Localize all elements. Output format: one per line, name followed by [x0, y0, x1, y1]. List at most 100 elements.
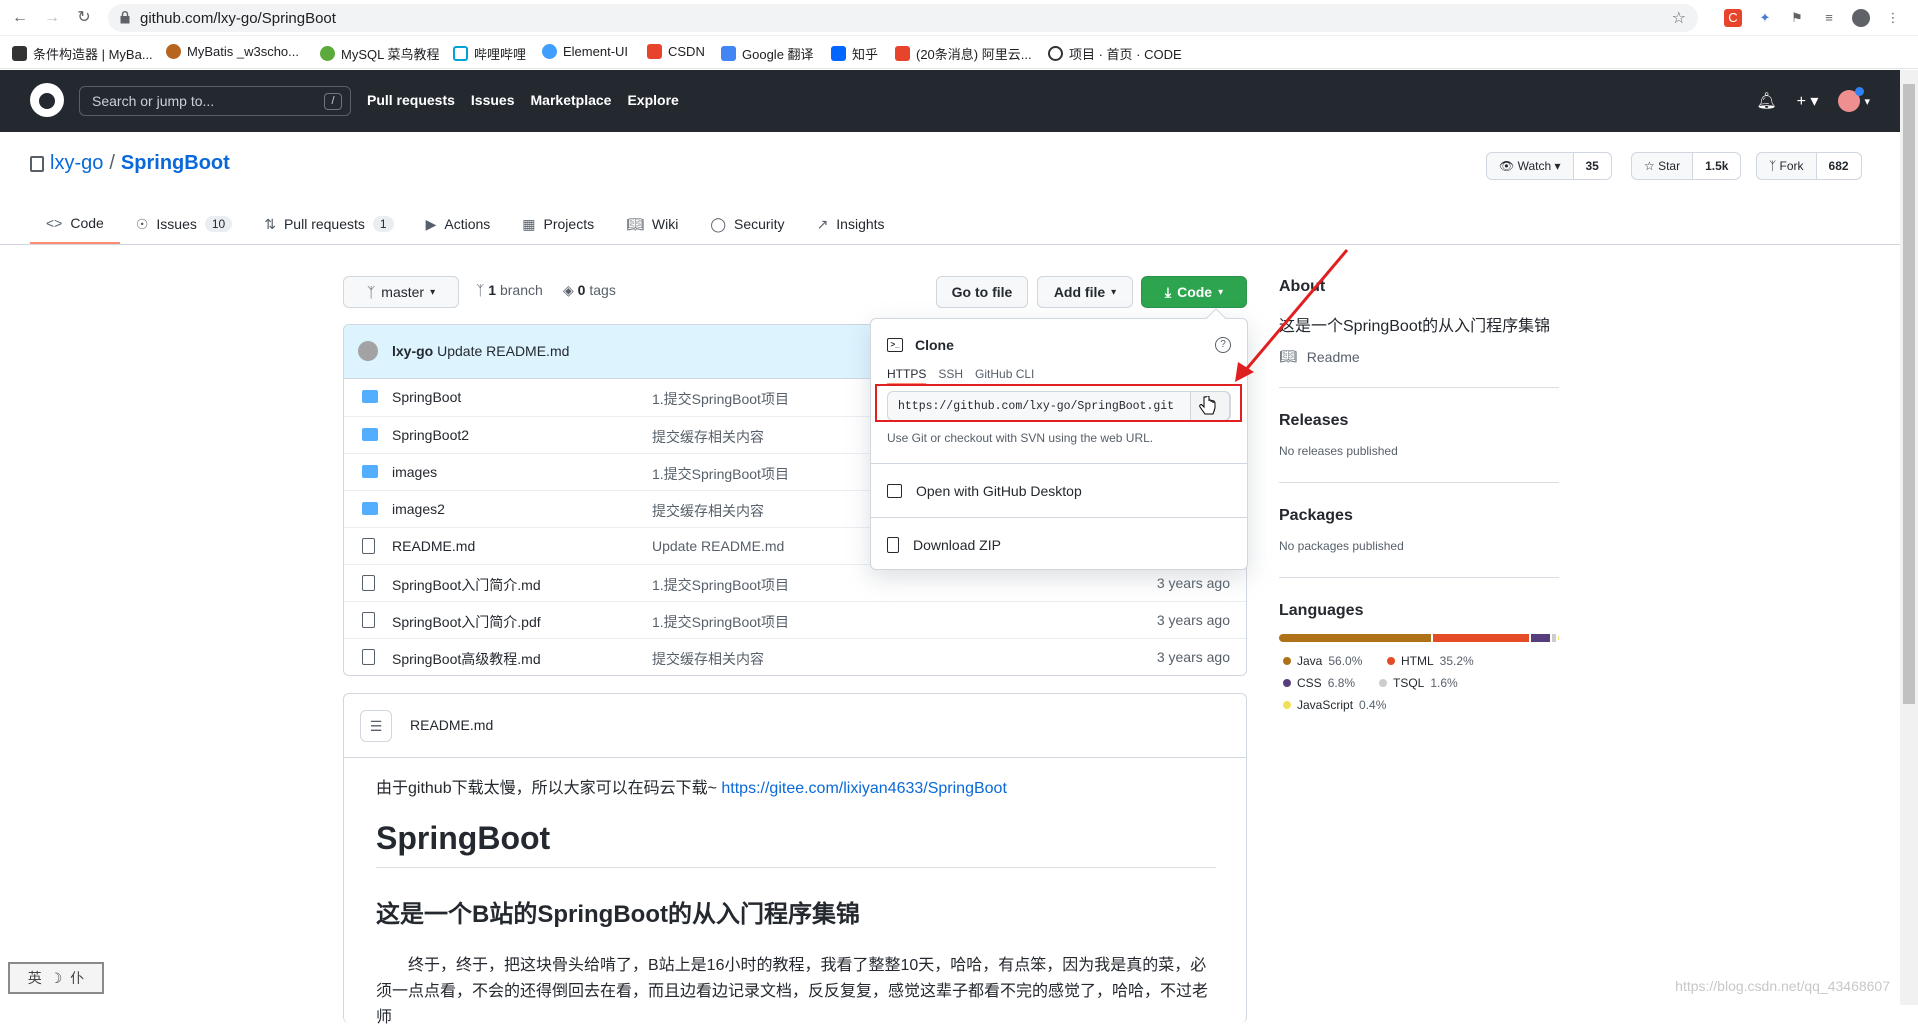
github-header: Search or jump to... / Pull requests Iss…	[0, 70, 1900, 132]
avatar[interactable]	[358, 341, 378, 361]
nav-pull-requests[interactable]: Pull requests	[367, 92, 455, 108]
commit-text[interactable]: Update README.md	[437, 343, 569, 359]
branch-select-button[interactable]: ᛉ master ▾	[343, 276, 459, 308]
bookmark-item[interactable]: 知乎	[831, 44, 878, 63]
star-button[interactable]: ☆ Star	[1632, 153, 1694, 179]
bookmark-item[interactable]: 哔哩哔哩	[453, 44, 526, 63]
plus-icon[interactable]: + ▾	[1797, 91, 1819, 111]
ime-moon-icon[interactable]: ☽	[50, 970, 63, 987]
search-input[interactable]: Search or jump to... /	[79, 86, 351, 116]
tags-link[interactable]: ◈ 0 tags	[563, 282, 616, 299]
language-item[interactable]: Java 56.0%	[1283, 654, 1362, 668]
bell-icon[interactable]: 🔔︎	[1756, 91, 1776, 111]
fork-button[interactable]: ᛉ Fork	[1757, 153, 1817, 179]
language-item[interactable]: TSQL 1.6%	[1379, 676, 1458, 690]
file-name[interactable]: README.md	[392, 538, 475, 554]
watch-button[interactable]: 👁︎ Watch ▾	[1487, 153, 1574, 179]
file-name[interactable]: SpringBoot高级教程.md	[392, 649, 541, 669]
nav-explore[interactable]: Explore	[627, 92, 678, 108]
file-commit-message[interactable]: 1.提交SpringBoot项目	[652, 464, 789, 484]
user-menu[interactable]: ▾	[1838, 87, 1870, 112]
back-icon[interactable]: ←	[10, 8, 30, 28]
watch-count[interactable]: 35	[1573, 153, 1611, 179]
code-button[interactable]: ⤓ Code ▾	[1141, 276, 1247, 308]
menu-dots-icon[interactable]: ⋮	[1884, 9, 1902, 27]
tab-code[interactable]: <> Code	[30, 204, 120, 244]
file-name[interactable]: SpringBoot	[392, 389, 461, 405]
fork-count[interactable]: 682	[1816, 153, 1861, 179]
bookmark-star-icon[interactable]: ☆	[1672, 8, 1686, 28]
nav-marketplace[interactable]: Marketplace	[531, 92, 612, 108]
file-name[interactable]: images2	[392, 501, 445, 517]
gitee-link[interactable]: https://gitee.com/lixiyan4633/SpringBoot	[721, 780, 1007, 797]
tab-actions[interactable]: ▶ Actions	[410, 204, 507, 244]
ime-settings-icon[interactable]: 仆	[70, 968, 84, 988]
file-name[interactable]: images	[392, 464, 437, 480]
packages-title[interactable]: Packages	[1279, 507, 1559, 525]
reload-icon[interactable]: ↻	[74, 8, 94, 28]
ime-language-icon[interactable]: 英	[28, 968, 42, 988]
go-to-file-button[interactable]: Go to file	[936, 276, 1028, 308]
open-desktop-item[interactable]: Open with GitHub Desktop	[887, 483, 1082, 499]
bookmark-item[interactable]: Google 翻译	[721, 44, 814, 63]
tab-wiki[interactable]: 📖︎ Wiki	[610, 204, 694, 244]
file-commit-message[interactable]: 提交缓存相关内容	[652, 649, 764, 669]
bookmark-item[interactable]: Element-UI	[542, 44, 628, 59]
file-row[interactable]: SpringBoot高级教程.md 提交缓存相关内容 3 years ago	[344, 638, 1246, 675]
profile-icon[interactable]	[1852, 9, 1870, 27]
repo-name-link[interactable]: SpringBoot	[121, 152, 230, 175]
tab-insights[interactable]: ↗ Insights	[801, 204, 901, 244]
tab-projects[interactable]: ▦ Projects	[506, 204, 610, 244]
reading-list-icon[interactable]: ≡	[1820, 9, 1838, 27]
bookmark-item[interactable]: CSDN	[647, 44, 705, 59]
extension-bird-icon[interactable]: ✦	[1756, 9, 1774, 27]
readme-link[interactable]: 📖︎ Readme	[1279, 348, 1559, 365]
file-name[interactable]: SpringBoot入门简介.pdf	[392, 612, 541, 632]
branches-link[interactable]: ᛉ 1 branch	[476, 282, 543, 298]
help-icon[interactable]: ?	[1215, 337, 1231, 353]
forward-icon[interactable]: →	[42, 8, 62, 28]
nav-issues[interactable]: Issues	[471, 92, 515, 108]
releases-title[interactable]: Releases	[1279, 412, 1559, 430]
clone-url-field[interactable]: https://github.com/lxy-go/SpringBoot.git	[887, 391, 1231, 421]
extensions-puzzle-icon[interactable]: ⚑	[1788, 9, 1806, 27]
address-bar[interactable]: github.com/lxy-go/SpringBoot ☆	[108, 4, 1698, 32]
star-count[interactable]: 1.5k	[1693, 153, 1741, 179]
extension-c-icon[interactable]: C	[1724, 9, 1742, 27]
tab-ssh[interactable]: SSH	[938, 367, 963, 385]
bookmark-item[interactable]: MySQL 菜鸟教程	[320, 44, 439, 63]
file-commit-message[interactable]: 1.提交SpringBoot项目	[652, 612, 789, 632]
tab-https[interactable]: HTTPS	[887, 367, 927, 385]
commit-author[interactable]: lxy-go	[392, 343, 433, 359]
ime-toolbar[interactable]: 英 ☽ 仆	[8, 962, 104, 994]
bookmark-item[interactable]: 项目 · 首页 · CODE	[1048, 44, 1182, 63]
tab-security[interactable]: ◯ Security	[694, 204, 800, 244]
file-commit-message[interactable]: 1.提交SpringBoot项目	[652, 389, 789, 409]
download-zip-item[interactable]: Download ZIP	[887, 537, 1001, 553]
clone-tabs: HTTPS SSH GitHub CLI	[887, 367, 1034, 385]
file-commit-message[interactable]: 1.提交SpringBoot项目	[652, 575, 789, 595]
language-item[interactable]: CSS 6.8%	[1283, 676, 1355, 690]
bookmark-item[interactable]: (20条消息) 阿里云...	[895, 44, 1032, 63]
bookmark-item[interactable]: 条件构造器 | MyBa...	[12, 44, 153, 63]
file-name[interactable]: SpringBoot入门简介.md	[392, 575, 541, 595]
file-commit-message[interactable]: 提交缓存相关内容	[652, 501, 764, 521]
clone-url-text[interactable]: https://github.com/lxy-go/SpringBoot.git	[898, 400, 1174, 413]
file-commit-message[interactable]: Update README.md	[652, 538, 784, 554]
tab-issues[interactable]: ☉ Issues 10	[120, 204, 248, 244]
github-logo-icon[interactable]	[30, 83, 64, 117]
file-name[interactable]: SpringBoot2	[392, 427, 469, 443]
language-bar-segment	[1531, 634, 1550, 642]
repo-owner-link[interactable]: lxy-go	[50, 152, 103, 175]
file-row[interactable]: SpringBoot入门简介.pdf 1.提交SpringBoot项目 3 year…	[344, 601, 1246, 638]
add-file-button[interactable]: Add file ▾	[1037, 276, 1133, 308]
scrollbar-thumb[interactable]	[1903, 84, 1915, 704]
language-item[interactable]: HTML 35.2%	[1387, 654, 1474, 668]
list-icon[interactable]: ☰	[360, 710, 392, 742]
bookmark-item[interactable]: MyBatis _w3scho...	[166, 44, 299, 59]
page-scrollbar[interactable]	[1900, 70, 1918, 1005]
tab-pull-requests[interactable]: ⇅ Pull requests 1	[248, 204, 409, 244]
file-commit-message[interactable]: 提交缓存相关内容	[652, 427, 764, 447]
tab-github-cli[interactable]: GitHub CLI	[975, 367, 1034, 385]
language-item[interactable]: JavaScript 0.4%	[1283, 698, 1386, 712]
